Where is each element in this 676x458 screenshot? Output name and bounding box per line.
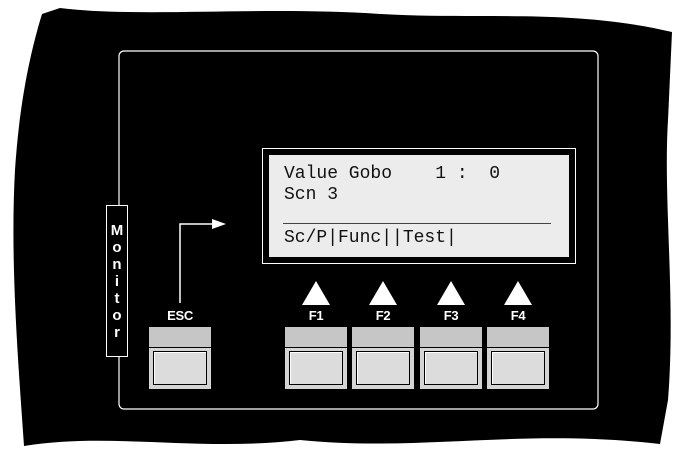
f4-up-triangle-icon (504, 281, 532, 305)
f1-up-triangle-icon (302, 281, 330, 305)
f2-button[interactable] (351, 326, 415, 390)
lcd-line-2: Scn 3 (284, 185, 339, 205)
monitor-letter: o (112, 306, 122, 324)
f2-up-triangle-icon (369, 281, 397, 305)
f3-label: F3 (443, 308, 459, 323)
key-face (153, 351, 207, 385)
monitor-letter: n (112, 255, 122, 273)
f1-label: F1 (308, 308, 324, 323)
f2-label: F2 (375, 308, 391, 323)
key-face (491, 351, 545, 385)
key-face (356, 351, 410, 385)
key-face (424, 351, 478, 385)
monitor-letter: t (114, 289, 120, 307)
lcd-separator (283, 223, 551, 224)
monitor-letter: o (112, 238, 122, 256)
key-face (289, 351, 343, 385)
f4-label: F4 (510, 308, 526, 323)
monitor-letter: M (110, 221, 124, 239)
f3-button[interactable] (419, 326, 483, 390)
lcd-softkey-line: Sc/P|Func||Test| (284, 228, 457, 248)
f1-button[interactable] (284, 326, 348, 390)
control-panel-diagram: Value Gobo 1 : 0 Scn 3 Sc/P|Func||Test| … (0, 0, 676, 458)
lcd-line-1: Value Gobo 1 : 0 (284, 164, 501, 184)
lcd-screen: Value Gobo 1 : 0 Scn 3 Sc/P|Func||Test| (268, 154, 570, 258)
f3-up-triangle-icon (437, 281, 465, 305)
monitor-letter: r (114, 323, 120, 341)
monitor-letter: i (114, 272, 120, 290)
lcd-display: Value Gobo 1 : 0 Scn 3 Sc/P|Func||Test| (262, 148, 576, 264)
esc-button[interactable] (148, 326, 212, 390)
monitor-label: M o n i t o r (106, 205, 128, 357)
f4-button[interactable] (486, 326, 550, 390)
esc-label: ESC (167, 308, 193, 323)
